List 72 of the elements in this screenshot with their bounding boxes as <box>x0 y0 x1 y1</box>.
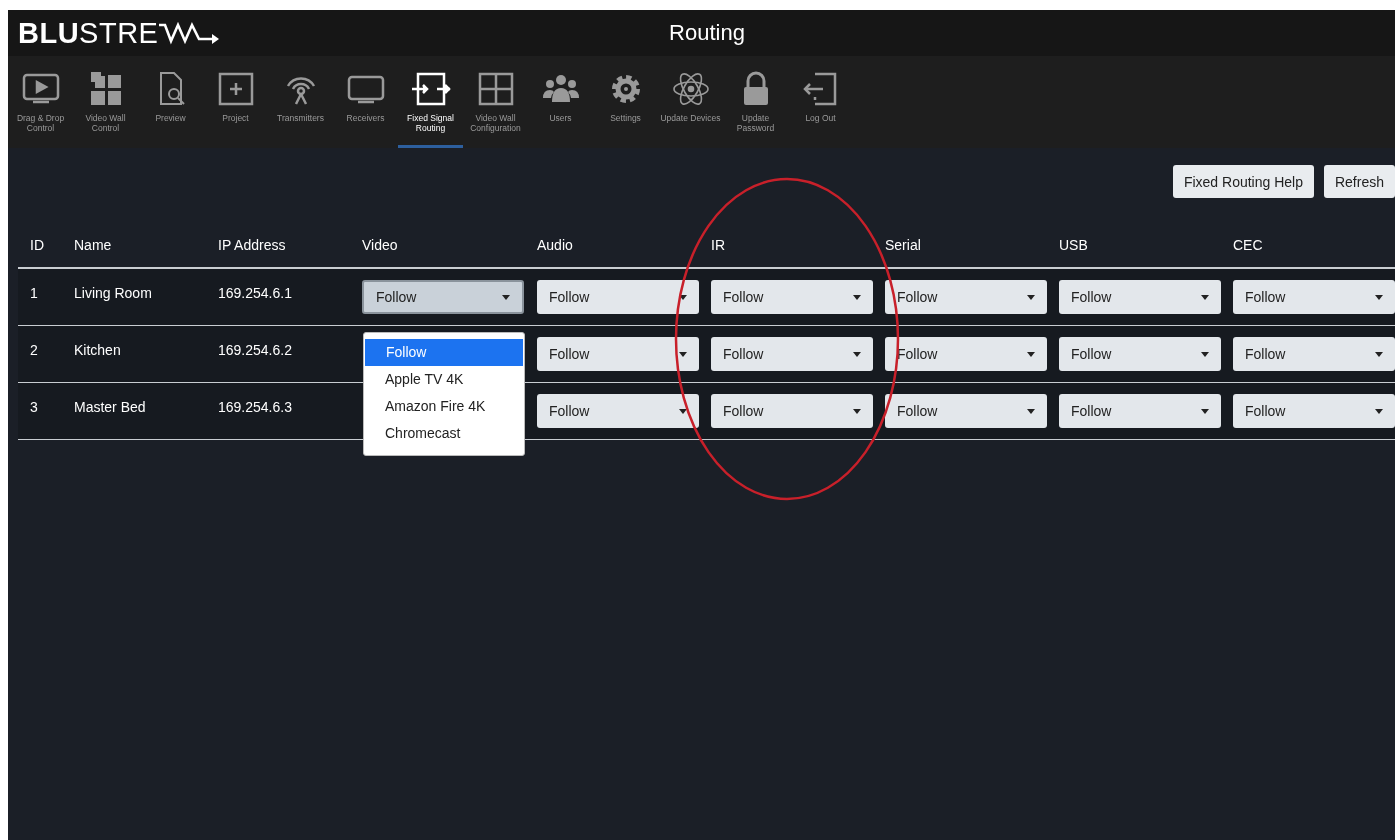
caret-icon <box>679 408 687 414</box>
caret-icon <box>679 294 687 300</box>
caret-icon <box>679 351 687 357</box>
column-header: Name <box>74 237 113 253</box>
caret-icon <box>1375 351 1383 357</box>
column-header: Video <box>362 237 399 253</box>
table-cell-text: 169.254.6.1 <box>218 284 293 303</box>
caret-icon <box>502 294 510 300</box>
select-dropdown[interactable]: Follow <box>1059 337 1221 371</box>
column-header: IP Address <box>218 237 287 253</box>
toolbar-button[interactable]: Refresh <box>1323 165 1395 198</box>
select-dropdown[interactable]: Follow <box>537 394 699 428</box>
caret-icon <box>1027 408 1035 414</box>
nav-tab[interactable]: Users <box>528 56 593 148</box>
select-dropdown[interactable]: Follow <box>537 337 699 371</box>
nav-tab[interactable]: Transmitters <box>268 56 333 148</box>
select-dropdown[interactable]: Follow <box>885 394 1047 428</box>
column-header: Audio <box>537 237 574 253</box>
logo-text: BLUSTRE <box>18 16 159 50</box>
caret-icon <box>853 294 861 300</box>
caret-icon <box>1201 294 1209 300</box>
nav-tab[interactable]: Drag & Drop Control <box>8 56 73 148</box>
nav-tab[interactable]: Receivers <box>333 56 398 148</box>
atom-icon <box>670 70 711 108</box>
column-header: IR <box>711 237 726 253</box>
select-dropdown[interactable]: Follow <box>1059 394 1221 428</box>
select-dropdown[interactable]: Follow <box>1059 280 1221 314</box>
select-dropdown[interactable]: Follow <box>537 280 699 314</box>
nav-tab[interactable]: Preview <box>138 56 203 148</box>
select-dropdown[interactable]: Follow <box>1233 394 1395 428</box>
table-cell-text: Kitchen <box>74 341 122 360</box>
caret-icon <box>853 408 861 414</box>
caret-icon <box>1027 294 1035 300</box>
dropdown-option[interactable]: Apple TV 4K <box>364 366 524 393</box>
nav-tab[interactable]: Video Wall Configuration <box>463 56 528 148</box>
table-cell-text: Living Room <box>74 284 153 303</box>
select-dropdown[interactable]: Follow <box>885 337 1047 371</box>
table-cell-text: 3 <box>29 398 39 417</box>
table-cell-text: 169.254.6.2 <box>218 341 293 360</box>
dropdown-option[interactable]: Chromecast <box>364 420 524 447</box>
caret-icon <box>1201 408 1209 414</box>
nav-tab[interactable]: Update Devices <box>658 56 723 148</box>
column-header: CEC <box>1233 237 1264 253</box>
caret-icon <box>1201 351 1209 357</box>
dropdown-option[interactable]: Amazon Fire 4K <box>364 393 524 420</box>
caret-icon <box>1027 351 1035 357</box>
routing-arrows-icon <box>410 70 451 108</box>
select-dropdown[interactable]: Follow <box>1233 280 1395 314</box>
select-dropdown[interactable]: Follow <box>885 280 1047 314</box>
nav-tab[interactable]: Log Out <box>788 56 853 148</box>
select-dropdown[interactable]: Follow <box>711 337 873 371</box>
caret-icon <box>1375 408 1383 414</box>
nav-tab[interactable]: Update Password <box>723 56 788 148</box>
dropdown-option[interactable]: Follow <box>365 339 523 366</box>
caret-icon <box>1375 294 1383 300</box>
toolbar-button[interactable]: Fixed Routing Help <box>1172 165 1314 198</box>
table-cell-text: 169.254.6.3 <box>218 398 293 417</box>
nav-tab[interactable]: Settings <box>593 56 658 148</box>
column-header: USB <box>1059 237 1089 253</box>
caret-icon <box>853 351 861 357</box>
select-dropdown[interactable]: Follow <box>362 280 524 314</box>
table-cell-text: 2 <box>29 341 39 360</box>
column-header: Serial <box>885 237 922 253</box>
table-cell-text: Master Bed <box>74 398 147 417</box>
select-dropdown[interactable]: Follow <box>711 394 873 428</box>
column-header: ID <box>29 237 45 253</box>
table-cell-text: 1 <box>29 284 39 303</box>
select-dropdown[interactable]: Follow <box>711 280 873 314</box>
nav-tab[interactable]: Video Wall Control <box>73 56 138 148</box>
window-title: Routing <box>668 20 746 46</box>
select-dropdown[interactable]: Follow <box>1233 337 1395 371</box>
nav-tab[interactable]: Project <box>203 56 268 148</box>
